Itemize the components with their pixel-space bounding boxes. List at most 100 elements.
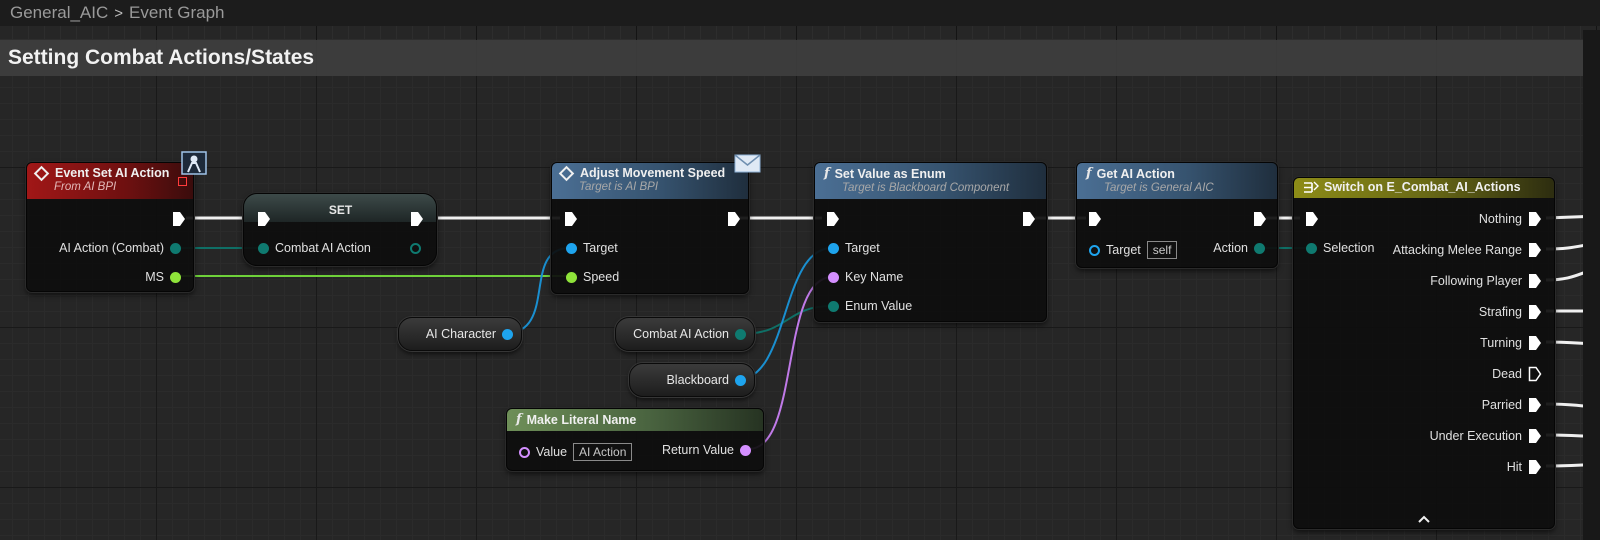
- variable-ai-character[interactable]: AI Character: [398, 317, 522, 351]
- exec-out-pin-icon[interactable]: [1022, 211, 1036, 227]
- node-subtitle: From AI BPI: [54, 181, 117, 193]
- adjust-movement-speed-node[interactable]: Adjust Movement Speed Target is AI BPI T…: [551, 162, 749, 294]
- node-header[interactable]: SET: [244, 194, 436, 222]
- switch-output-dead[interactable]: Dead: [1492, 366, 1542, 382]
- pin-key-name[interactable]: Key Name: [828, 270, 903, 284]
- breadcrumb: General_AIC > Event Graph: [0, 0, 1600, 26]
- node-subtitle: Target is Blackboard Component: [842, 182, 1010, 194]
- exec-in-pin-icon[interactable]: [257, 211, 271, 227]
- object-pin-icon[interactable]: [566, 242, 577, 254]
- exec-out-pin-icon[interactable]: [1253, 211, 1267, 227]
- pin-selection[interactable]: Selection: [1306, 241, 1374, 255]
- exec-out-pin-icon[interactable]: [1528, 304, 1542, 320]
- event-diamond-icon: [33, 165, 50, 181]
- switch-output-hit[interactable]: Hit: [1507, 459, 1542, 475]
- switch-output-following-player[interactable]: Following Player: [1430, 273, 1542, 289]
- exec-out-pin-icon[interactable]: [1528, 273, 1542, 289]
- pin-value[interactable]: Value AI Action: [519, 443, 633, 461]
- name-pin-icon[interactable]: [828, 271, 839, 283]
- enum-pin-icon[interactable]: [258, 242, 269, 254]
- value-field[interactable]: AI Action: [573, 443, 633, 461]
- enum-pin-icon[interactable]: [1254, 242, 1265, 254]
- target-self-field[interactable]: self: [1146, 241, 1178, 259]
- pin-return-value[interactable]: Return Value: [662, 443, 751, 457]
- breadcrumb-graph-name[interactable]: General_AIC: [10, 3, 108, 23]
- pin-ms[interactable]: MS: [145, 270, 181, 284]
- node-title: Switch on E_Combat_AI_Actions: [1324, 180, 1521, 194]
- pin-target[interactable]: Target: [828, 241, 880, 255]
- enum-pin-icon[interactable]: [170, 242, 181, 254]
- node-header[interactable]: f Make Literal Name: [507, 409, 763, 431]
- chevron-up-icon[interactable]: [1417, 514, 1431, 524]
- exec-out-pin-icon[interactable]: [172, 211, 186, 227]
- switch-on-enum-node[interactable]: Switch on E_Combat_AI_Actions Selection …: [1293, 177, 1555, 529]
- pin-target[interactable]: Target self: [1089, 241, 1178, 259]
- node-header[interactable]: Switch on E_Combat_AI_Actions: [1294, 178, 1554, 198]
- name-pin-icon[interactable]: [740, 444, 751, 456]
- vertical-scrollbar[interactable]: [1583, 30, 1600, 540]
- enum-pin-icon[interactable]: [1306, 242, 1317, 254]
- node-subtitle: Target is AI BPI: [579, 181, 659, 193]
- pin-action[interactable]: Action: [1213, 241, 1265, 255]
- node-header[interactable]: Event Set AI Action From AI BPI: [27, 163, 193, 199]
- exec-out-pin-icon[interactable]: [727, 211, 741, 227]
- node-header[interactable]: f Set Value as Enum Target is Blackboard …: [815, 163, 1046, 199]
- exec-out-pin-icon[interactable]: [1528, 397, 1542, 413]
- ai-interface-icon: [181, 151, 207, 175]
- exec-out-pin-icon[interactable]: [1528, 242, 1542, 258]
- exec-out-pin-icon[interactable]: [1528, 335, 1542, 351]
- variable-combat-ai-action[interactable]: Combat AI Action: [615, 317, 755, 351]
- breadcrumb-current[interactable]: Event Graph: [129, 3, 224, 23]
- pin-target[interactable]: Target: [566, 241, 618, 255]
- comment-box-title[interactable]: Setting Combat Actions/States: [0, 40, 1600, 76]
- object-pin-icon[interactable]: [735, 374, 746, 386]
- switch-output-attacking-melee-range[interactable]: Attacking Melee Range: [1393, 242, 1542, 258]
- pin-ai-action[interactable]: AI Action (Combat): [59, 241, 181, 255]
- float-pin-icon[interactable]: [566, 271, 577, 283]
- enum-out-pin-icon[interactable]: [410, 243, 421, 254]
- pin-combat-ai-action-in[interactable]: Combat AI Action: [258, 241, 371, 255]
- get-ai-action-node[interactable]: f Get AI Action Target is General AIC Tar…: [1076, 162, 1278, 268]
- make-literal-name-node[interactable]: f Make Literal Name Value AI Action Retur…: [506, 408, 764, 471]
- object-pin-icon[interactable]: [502, 328, 513, 340]
- exec-out-pin-icon[interactable]: [1528, 459, 1542, 475]
- variable-blackboard[interactable]: Blackboard: [629, 363, 755, 397]
- exec-out-pin-hollow-icon[interactable]: [1528, 366, 1542, 382]
- object-pin-icon[interactable]: [828, 242, 839, 254]
- function-icon: f: [824, 166, 830, 181]
- event-set-ai-action-node[interactable]: Event Set AI Action From AI BPI AI Actio…: [26, 162, 194, 292]
- node-title: Make Literal Name: [526, 412, 637, 427]
- set-value-as-enum-node[interactable]: f Set Value as Enum Target is Blackboard …: [814, 162, 1047, 322]
- node-header[interactable]: f Get AI Action Target is General AIC: [1077, 163, 1277, 199]
- exec-in-pin-icon[interactable]: [1088, 211, 1102, 227]
- node-title: Set Value as Enum: [834, 166, 946, 181]
- exec-out-pin-icon[interactable]: [1528, 211, 1542, 227]
- set-node[interactable]: SET Combat AI Action: [243, 193, 437, 266]
- name-pin-icon[interactable]: [519, 446, 530, 458]
- float-pin-icon[interactable]: [170, 271, 181, 283]
- switch-output-parried[interactable]: Parried: [1482, 397, 1542, 413]
- message-diamond-icon: [558, 165, 575, 181]
- exec-in-pin-icon[interactable]: [826, 211, 840, 227]
- enum-pin-icon[interactable]: [735, 328, 746, 340]
- pin-speed[interactable]: Speed: [566, 270, 619, 284]
- exec-out-pin-icon[interactable]: [410, 211, 424, 227]
- enum-pin-icon[interactable]: [828, 300, 839, 312]
- switch-output-nothing[interactable]: Nothing: [1479, 211, 1542, 227]
- node-header[interactable]: Adjust Movement Speed Target is AI BPI: [552, 163, 748, 199]
- comment-title: Setting Combat Actions/States: [8, 46, 315, 69]
- switch-output-under-execution[interactable]: Under Execution: [1430, 428, 1542, 444]
- node-title: Adjust Movement Speed: [580, 166, 726, 180]
- exec-out-pin-icon[interactable]: [1528, 428, 1542, 444]
- message-envelope-icon: [734, 154, 761, 173]
- object-pin-icon[interactable]: [1089, 244, 1100, 256]
- node-subtitle: Target is General AIC: [1104, 182, 1214, 194]
- exec-in-pin-icon[interactable]: [564, 211, 578, 227]
- exec-in-pin-icon[interactable]: [1305, 211, 1319, 227]
- switch-output-strafing[interactable]: Strafing: [1479, 304, 1542, 320]
- node-title: SET: [328, 202, 353, 217]
- node-title: Event Set AI Action: [55, 166, 170, 180]
- switch-output-turning[interactable]: Turning: [1480, 335, 1542, 351]
- function-icon: f: [1086, 166, 1092, 181]
- pin-enum-value[interactable]: Enum Value: [828, 299, 912, 313]
